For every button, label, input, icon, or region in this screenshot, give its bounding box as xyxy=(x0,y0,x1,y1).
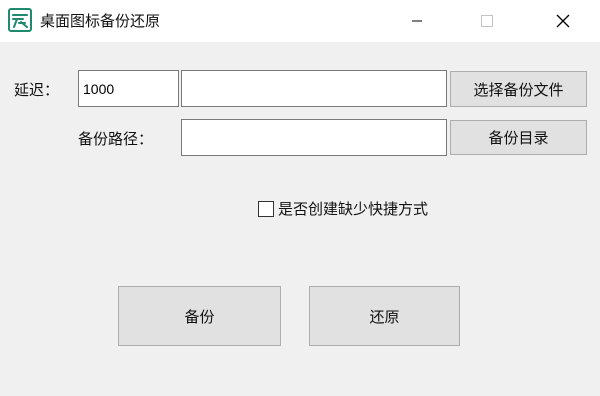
delay-input[interactable]: 1000 xyxy=(78,70,179,107)
delay-label: 延迟： xyxy=(14,81,60,99)
close-icon xyxy=(556,14,570,28)
minimize-icon xyxy=(412,20,422,22)
choose-backup-file-button[interactable]: 选择备份文件 xyxy=(450,71,587,107)
checkbox-label: 是否创建缺少快捷方式 xyxy=(278,200,429,218)
app-logo-icon xyxy=(8,8,32,32)
checkbox-box[interactable] xyxy=(258,201,274,217)
minimize-button[interactable] xyxy=(394,0,440,42)
window-title: 桌面图标备份还原 xyxy=(40,12,161,30)
backup-path-label: 备份路径： xyxy=(78,130,154,148)
main-window: 桌面图标备份还原 延迟： 1000 选择备份文件 备份路径： 备份目录 是否创建… xyxy=(0,0,600,396)
maximize-button[interactable] xyxy=(464,0,510,42)
create-missing-shortcuts-checkbox[interactable]: 是否创建缺少快捷方式 xyxy=(258,200,428,218)
backup-button[interactable]: 备份 xyxy=(118,286,281,346)
backup-directory-button[interactable]: 备份目录 xyxy=(450,120,587,155)
maximize-icon xyxy=(481,15,493,27)
title-bar: 桌面图标备份还原 xyxy=(0,0,600,42)
backup-path-input[interactable] xyxy=(181,119,447,156)
close-button[interactable] xyxy=(540,0,586,42)
restore-button[interactable]: 还原 xyxy=(309,286,460,346)
backup-file-input[interactable] xyxy=(181,70,447,107)
